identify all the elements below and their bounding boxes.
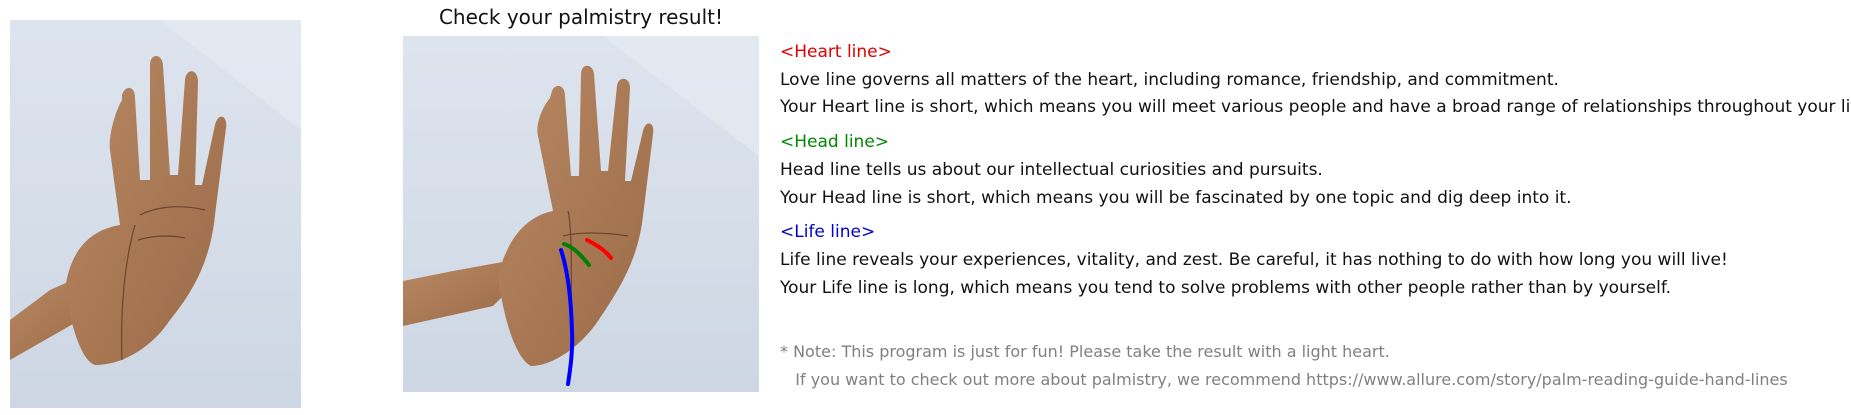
original-palm-photo	[10, 20, 301, 408]
heart-line-description: Love line governs all matters of the hea…	[780, 70, 1559, 90]
heart-line-verdict: Your Heart line is short, which means yo…	[780, 97, 1851, 117]
head-line-verdict: Your Head line is short, which means you…	[780, 188, 1572, 208]
note-disclaimer: * Note: This program is just for fun! Pl…	[780, 342, 1390, 361]
palm-illustration	[10, 20, 301, 365]
page-title: Check your palmistry result!	[438, 5, 724, 29]
life-line-heading: <Life line>	[780, 222, 876, 242]
note-reference-link: If you want to check out more about palm…	[780, 370, 1788, 389]
head-line-heading: <Head line>	[780, 132, 890, 152]
annotated-palm-photo	[403, 36, 759, 392]
palm-illustration-annotated	[403, 36, 759, 386]
heart-line-heading: <Heart line>	[780, 42, 892, 62]
life-line-description: Life line reveals your experiences, vita…	[780, 250, 1728, 270]
head-line-description: Head line tells us about our intellectua…	[780, 160, 1323, 180]
life-line-verdict: Your Life line is long, which means you …	[780, 278, 1672, 298]
